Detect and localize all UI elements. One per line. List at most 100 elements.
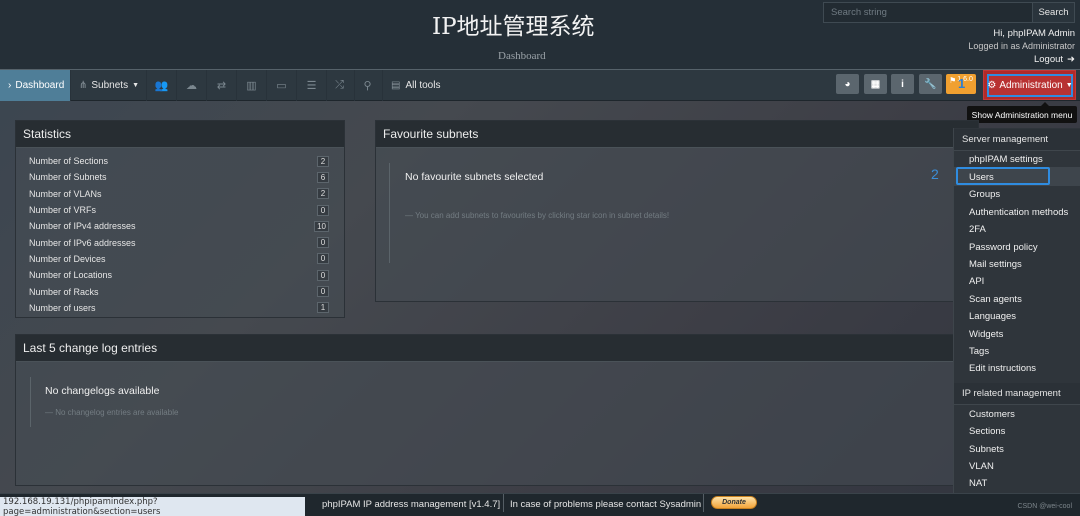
favourites-empty-notice: No favourite subnets selected — You can … [389, 163, 889, 263]
cloud-icon: ☁ [186, 80, 197, 92]
menu-item-vlan[interactable]: VLAN [969, 459, 994, 473]
administration-label: Administration [999, 80, 1063, 91]
changelog-empty-notice: No changelogs available — No changelog e… [30, 377, 330, 427]
menu-item-groups[interactable]: Groups [969, 187, 1000, 201]
menu-item-tags[interactable]: Tags [969, 344, 989, 358]
changelog-panel: Last 5 change log entries No changelogs … [15, 334, 965, 486]
administration-menu-button[interactable]: ⚙ Administration ▼ [987, 74, 1073, 97]
nav-users-icon-button[interactable]: 👥 [147, 70, 177, 101]
nav-random-icon-button[interactable]: ⤮ [325, 70, 355, 101]
stat-badge: 0 [317, 237, 329, 249]
stat-badge: 6 [317, 171, 329, 183]
nav-cloud-icon-button[interactable]: ☁ [177, 70, 207, 101]
stat-label: Number of VRFs [29, 205, 97, 216]
stat-row: Number of VRFs 0 [29, 202, 329, 218]
administration-highlight: ⚙ Administration ▼ [983, 70, 1076, 100]
caret-down-icon: ▼ [1065, 82, 1073, 89]
footer-app-version: phpIPAM IP address management [v1.4.7] [322, 498, 501, 510]
stat-row: Number of IPv4 addresses 10 [29, 218, 329, 234]
nav-map-icon-button[interactable]: ▥ [237, 70, 267, 101]
statistics-panel: Statistics Number of Sections 2 Number of… [15, 120, 345, 318]
sitemap-icon: ⋔ [79, 80, 88, 91]
search-button[interactable]: Search [1032, 3, 1074, 22]
annotation-marker-1: 1 [958, 76, 966, 91]
menu-item-sections[interactable]: Sections [969, 424, 1005, 438]
nav-monitor-icon-button[interactable]: ▭ [267, 70, 297, 101]
footer-divider [703, 494, 704, 512]
footer-contact[interactable]: In case of problems please contact Sysad… [510, 497, 701, 511]
stat-label: Number of Locations [29, 270, 113, 281]
menu-item-customers[interactable]: Customers [969, 407, 1015, 421]
stat-label: Number of IPv6 addresses [29, 237, 136, 248]
menu-item-subnets[interactable]: Subnets [969, 442, 1004, 456]
menu-item-widgets[interactable]: Widgets [969, 327, 1003, 341]
caret-down-icon: ▼ [132, 82, 140, 89]
dashboard-gauge-button[interactable]: ◕ [836, 74, 859, 94]
stat-row: Number of Sections 2 [29, 153, 329, 169]
update-available-button[interactable]: ⚑ 1.6.0 1 [946, 74, 976, 94]
info-icon: i [901, 78, 904, 90]
nav-list-icon-button[interactable]: ☰ [297, 70, 327, 101]
statistics-list: Number of Sections 2 Number of Subnets 6 N… [16, 148, 344, 316]
dashboard-icon: ◕ [844, 78, 851, 90]
stat-label: Number of Sections [29, 156, 109, 167]
logout-label: Logout [1033, 54, 1064, 65]
nav-subnets-label: Subnets [91, 80, 129, 91]
administration-tooltip: Show Administration menu [967, 102, 1077, 123]
tools-button[interactable]: 🔧 [919, 74, 942, 94]
list-alt-icon: ▤ [391, 80, 401, 91]
search-input[interactable] [824, 3, 1032, 22]
menu-header-server-management: Server management [954, 129, 1080, 151]
sign-out-icon: ➜ [1067, 54, 1075, 65]
menu-item-2fa[interactable]: 2FA [969, 222, 986, 236]
menu-item-api[interactable]: API [969, 274, 984, 288]
flag-icon: ⚑ [949, 76, 957, 85]
exchange-icon: ⇄ [216, 80, 227, 92]
watermark: CSDN @wei-cool [1017, 503, 1072, 510]
stat-badge: 0 [317, 269, 329, 281]
browser-status-url: 192.168.19.131/phpipamindex.php?page=adm… [0, 497, 305, 516]
stat-label: Number of VLANs [29, 188, 102, 199]
menu-item-edit-instructions[interactable]: Edit instructions [969, 361, 1036, 375]
menu-item-password-policy[interactable]: Password policy [969, 240, 1038, 254]
stat-row: Number of Subnets 6 [29, 169, 329, 185]
menu-item-mail-settings[interactable]: Mail settings [969, 257, 1022, 271]
donate-button[interactable]: Donate [711, 496, 757, 509]
nav-search-icon-button[interactable]: ⚲ [353, 70, 383, 101]
stat-label: Number of Devices [29, 253, 106, 264]
favourite-subnets-panel: Favourite subnets No favourite subnets s… [375, 120, 979, 302]
menu-item-authentication-methods[interactable]: Authentication methods [969, 205, 1068, 219]
site-title: IP地址管理系统 [432, 14, 595, 40]
stat-row: Number of users 1 [29, 300, 329, 316]
menu-item-phpipam-settings[interactable]: phpIPAM settings [969, 152, 1043, 166]
chevron-right-icon: › [8, 80, 12, 91]
nav-subnets[interactable]: ⋔ Subnets ▼ [71, 70, 147, 101]
stat-row: Number of Devices 0 [29, 251, 329, 267]
stat-row: Number of VLANs 2 [29, 186, 329, 202]
nav-all-tools[interactable]: ▤ All tools [383, 70, 448, 101]
main-navbar: › Dashboard ⋔ Subnets ▼ 👥 ☁ ⇄ ▥ ▭ ☰ ⤮ ⚲ … [0, 69, 1080, 101]
stat-row: Number of Racks 0 [29, 283, 329, 299]
menu-item-scan-agents[interactable]: Scan agents [969, 292, 1022, 306]
nav-exchange-icon-button[interactable]: ⇄ [207, 70, 237, 101]
widgets-button[interactable]: ▦ [864, 74, 887, 94]
footer-divider [503, 494, 504, 512]
nav-dashboard-label: Dashboard [15, 80, 65, 91]
info-button[interactable]: i [891, 74, 914, 94]
menu-item-languages[interactable]: Languages [969, 309, 1016, 323]
changelog-empty-title: No changelogs available [45, 385, 160, 397]
header: IP地址管理系统 Dashboard Search Hi, phpIPAM Ad… [0, 0, 1080, 70]
nav-dashboard[interactable]: › Dashboard [0, 70, 71, 101]
stat-badge: 0 [317, 204, 329, 216]
favourite-subnets-title: Favourite subnets [376, 121, 978, 148]
logout-link[interactable]: Logout ➜ [1034, 54, 1075, 65]
stat-row: Number of IPv6 addresses 0 [29, 234, 329, 250]
changelog-empty-hint: — No changelog entries are available [45, 408, 179, 417]
stat-badge: 0 [317, 253, 329, 265]
menu-item-nat[interactable]: NAT [969, 476, 987, 490]
statistics-title: Statistics [16, 121, 344, 148]
users-icon: 👥 [154, 80, 169, 92]
page-subtitle: Dashboard [498, 50, 546, 62]
stat-label: Number of Racks [29, 286, 99, 297]
list-icon: ☰ [306, 80, 317, 92]
